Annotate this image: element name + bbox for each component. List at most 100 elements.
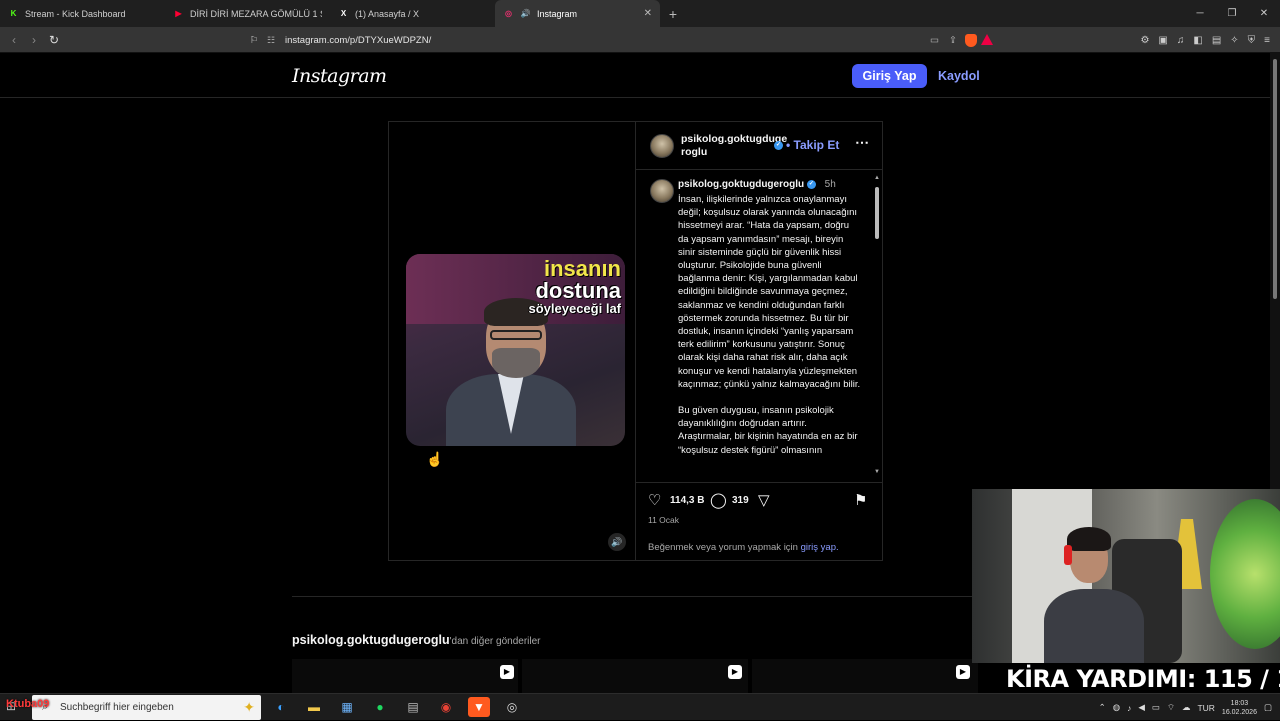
display-icon[interactable]: ▭ — [1152, 702, 1160, 713]
tab-title: (1) Anasayfa / X — [355, 8, 420, 19]
like-heart-icon[interactable]: ♡ — [648, 491, 661, 509]
sound-icon[interactable]: 🔊 — [608, 533, 626, 551]
wifi-icon[interactable]: ⌔ — [1167, 702, 1175, 713]
close-icon[interactable]: ✕ — [1248, 0, 1280, 27]
obs-icon[interactable]: ◎ — [501, 697, 523, 717]
tab-x[interactable]: X (1) Anasayfa / X — [330, 0, 495, 27]
login-link[interactable]: giriş yap. — [801, 542, 839, 553]
address-toolbar: ‹ › ↻ ⚐ ☷ instagram.com/p/DTYXueWDPZN/ ▭… — [0, 27, 1280, 53]
mic-icon[interactable]: ♪ — [1127, 703, 1131, 713]
reel-icon: ▶ — [956, 665, 970, 679]
notifications-icon[interactable]: ▢ — [1264, 702, 1272, 713]
speaker-icon: 🔊 — [520, 9, 531, 18]
video-player[interactable]: insanın dostuna söyleyeceği laf ☝ 🔊 — [389, 122, 636, 560]
minimize-icon[interactable]: ─ — [1184, 0, 1216, 27]
comment-icon[interactable]: ◯ — [710, 491, 727, 509]
tab-title: DİRİ DİRİ MEZARA GÖMÜLÜ 1 SAAT — [190, 8, 322, 19]
post-thumbnail[interactable]: ▶ — [292, 659, 518, 693]
page-scroll-thumb[interactable] — [1273, 59, 1277, 299]
instagram-logo[interactable]: Instagram — [292, 65, 387, 87]
url-bar[interactable]: ⚐ ☷ instagram.com/p/DTYXueWDPZN/ ▭ ⇪ — [245, 30, 993, 50]
file-explorer-icon[interactable]: ▬ — [303, 697, 325, 717]
cloud-icon[interactable]: ☁ — [1182, 702, 1191, 713]
streamer-body — [1044, 589, 1144, 663]
bookmark-icon[interactable]: ⚐ — [245, 35, 263, 46]
likes-count[interactable]: 114,3 B — [670, 495, 704, 506]
comments-count[interactable]: 319 — [732, 495, 749, 506]
username-part-2: roglu — [681, 146, 708, 158]
back-icon[interactable]: ‹ — [4, 33, 24, 47]
tab-instagram[interactable]: ◎ 🔊 Instagram ✕ — [495, 0, 660, 27]
volume-icon[interactable]: ◀ — [1138, 702, 1145, 713]
media-icon[interactable]: ♫ — [1177, 35, 1185, 46]
headphones — [1064, 545, 1072, 565]
brave-shield-icon[interactable] — [965, 34, 977, 47]
caption-username[interactable]: psikolog.goktugdugeroglu — [678, 179, 804, 190]
leo-ai-icon[interactable]: ✧ — [1230, 35, 1238, 46]
caption-time: 5h — [824, 179, 836, 190]
network-icon[interactable]: ◍ — [1113, 702, 1120, 713]
kick-icon: K — [10, 9, 17, 18]
new-tab-button[interactable]: + — [660, 6, 686, 22]
scroll-up-icon[interactable]: ▲ — [874, 175, 880, 181]
instagram-icon: ◎ — [505, 9, 512, 18]
more-options-icon[interactable]: ⋯ — [855, 134, 869, 151]
post-username[interactable]: psikolog.goktugduge roglu — [681, 133, 787, 159]
spotify-icon[interactable]: ● — [369, 697, 391, 717]
login-prompt-text: Beğenmek veya yorum yapmak için — [648, 542, 798, 553]
wallet-icon[interactable]: ▣ — [1158, 35, 1167, 46]
reload-icon[interactable]: ↻ — [44, 33, 64, 47]
forward-icon[interactable]: › — [24, 33, 44, 47]
scroll-thumb[interactable] — [875, 187, 879, 239]
avatar[interactable] — [650, 134, 674, 158]
streamer-hair — [1067, 527, 1111, 551]
more-posts-username[interactable]: psikolog.goktugdugeroglu — [292, 633, 450, 647]
store-icon[interactable]: ▦ — [336, 697, 358, 717]
post-thumbnail[interactable]: ▶ — [522, 659, 748, 693]
speaker-person — [446, 294, 576, 446]
brave-icon[interactable]: ▼ — [468, 697, 490, 717]
menu-icon[interactable]: ≡ — [1264, 35, 1270, 46]
edge-icon[interactable]: ◐ — [270, 697, 292, 717]
follow-label: Takip Et — [793, 138, 840, 152]
chrome-icon[interactable]: ◉ — [435, 697, 457, 717]
x-logo-icon: X — [340, 9, 347, 18]
video-caption: insanın dostuna söyleyeceği laf — [529, 258, 622, 316]
clock-date: 16.02.2026 — [1221, 708, 1257, 716]
taskbar-search[interactable]: ⌕ Suchbegriff hier eingeben ✦ — [32, 695, 261, 720]
post-thumbnail[interactable]: ▶ — [752, 659, 978, 693]
vpn-icon[interactable]: ⛨ — [1248, 35, 1256, 46]
site-info-icon[interactable]: ☷ — [263, 35, 279, 46]
language-indicator[interactable]: TUR — [1197, 703, 1214, 713]
pinned-apps: ◐ ▬ ▦ ● ▤ ◉ ▼ ◎ — [270, 697, 523, 717]
show-hidden-icons-icon[interactable]: ⌃ — [1099, 702, 1106, 713]
caption-header: psikolog.goktugdugeroglu ✓ 5h — [678, 179, 836, 190]
login-button[interactable]: Giriş Yap — [852, 64, 927, 88]
caption-area[interactable]: psikolog.goktugdugeroglu ✓ 5h İnsan, ili… — [636, 171, 882, 481]
save-bookmark-icon[interactable]: ⚑ — [854, 491, 867, 509]
caption-scrollbar[interactable]: ▲ ▼ — [874, 175, 880, 475]
tab-youtube[interactable]: ▶ DİRİ DİRİ MEZARA GÖMÜLÜ 1 SAAT — [165, 0, 330, 27]
share-send-icon[interactable]: ▽ — [758, 491, 770, 509]
share-icon[interactable]: ⇪ — [949, 35, 957, 46]
windows-taskbar: ⊞ ⌕ Suchbegriff hier eingeben ✦ Ktuba09 … — [0, 693, 1280, 720]
scroll-down-icon[interactable]: ▼ — [874, 469, 880, 475]
brave-rewards-icon[interactable] — [981, 34, 993, 45]
post-card: insanın dostuna söyleyeceği laf ☝ 🔊 psik… — [388, 121, 883, 561]
calculator-icon[interactable]: ▤ — [402, 697, 424, 717]
signup-link[interactable]: Kaydol — [938, 64, 980, 88]
sidebar-icon[interactable]: ◧ — [1193, 35, 1202, 46]
extensions-icon[interactable]: ⚙ — [1140, 35, 1149, 46]
close-tab-icon[interactable]: ✕ — [644, 8, 652, 19]
caption-text: İnsan, ilişkilerinde yalnızca onaylanmay… — [678, 193, 862, 470]
youtube-icon: ▶ — [175, 9, 182, 18]
avatar[interactable] — [650, 179, 674, 203]
restore-icon[interactable]: ❐ — [1216, 0, 1248, 27]
tab-kick-dashboard[interactable]: K Stream - Kick Dashboard — [0, 0, 165, 27]
clock[interactable]: 18:03 16.02.2026 — [1222, 699, 1257, 717]
cast-icon[interactable]: ▭ — [930, 35, 939, 46]
hand-cursor-icon: ☝ — [426, 451, 444, 467]
follow-button[interactable]: ✓ • Takip Et — [774, 138, 840, 152]
kira-yardimi-counter: KİRA YARDIMI: 115 / 120 — [1006, 663, 1280, 695]
wallet2-icon[interactable]: ▤ — [1212, 35, 1221, 46]
